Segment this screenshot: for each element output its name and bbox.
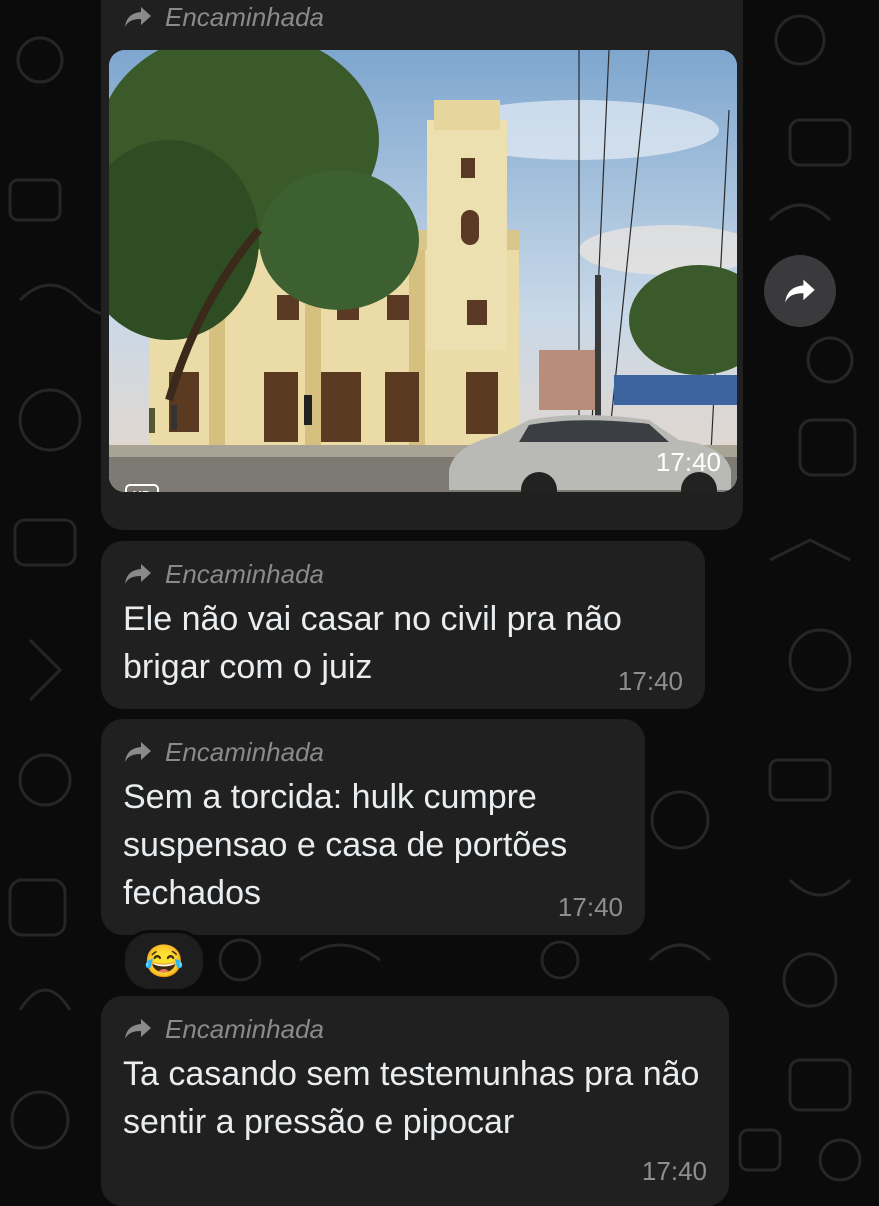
forwarded-indicator: Encaminhada [123, 559, 683, 589]
message-bubble[interactable]: Encaminhada Ele não vai casar no civil p… [101, 541, 705, 709]
photo-timestamp: 17:40 [655, 447, 721, 477]
forwarded-label: Encaminhada [165, 737, 324, 767]
hd-badge: HD [125, 484, 159, 492]
share-icon [785, 279, 815, 303]
forwarded-label: Encaminhada [165, 1014, 324, 1044]
forwarded-indicator: Encaminhada [123, 2, 324, 32]
message-timestamp: 17:40 [617, 666, 683, 696]
forward-arrow-icon [125, 1019, 151, 1039]
church-photo[interactable]: HD 17:40 [109, 50, 737, 492]
message-bubble[interactable]: Encaminhada Ta casando sem testemunhas p… [101, 996, 729, 1206]
laughing-emoji-icon: 😂 [144, 943, 184, 979]
forwarded-indicator: Encaminhada [123, 1014, 707, 1044]
forwarded-label: Encaminhada [165, 559, 324, 589]
photo-message-bubble[interactable]: Encaminhada 17:40 [101, 0, 743, 530]
forwarded-label: Encaminhada [165, 2, 324, 32]
forward-arrow-icon [125, 742, 151, 762]
message-text: Ta casando sem testemunhas pra não senti… [123, 1055, 700, 1141]
forward-arrow-icon [125, 564, 151, 584]
message-timestamp: 17:40 [641, 1156, 707, 1186]
reaction-badge[interactable]: 😂 [122, 930, 206, 992]
forward-arrow-icon [125, 7, 151, 27]
message-bubble[interactable]: Encaminhada Sem a torcida: hulk cumpre s… [101, 719, 645, 935]
message-timestamp: 17:40 [557, 892, 623, 922]
message-text: Ele não vai casar no civil pra não briga… [123, 600, 622, 686]
forwarded-indicator: Encaminhada [123, 737, 623, 767]
share-button[interactable] [764, 255, 836, 327]
message-text: Sem a torcida: hulk cumpre suspensao e c… [123, 778, 568, 912]
